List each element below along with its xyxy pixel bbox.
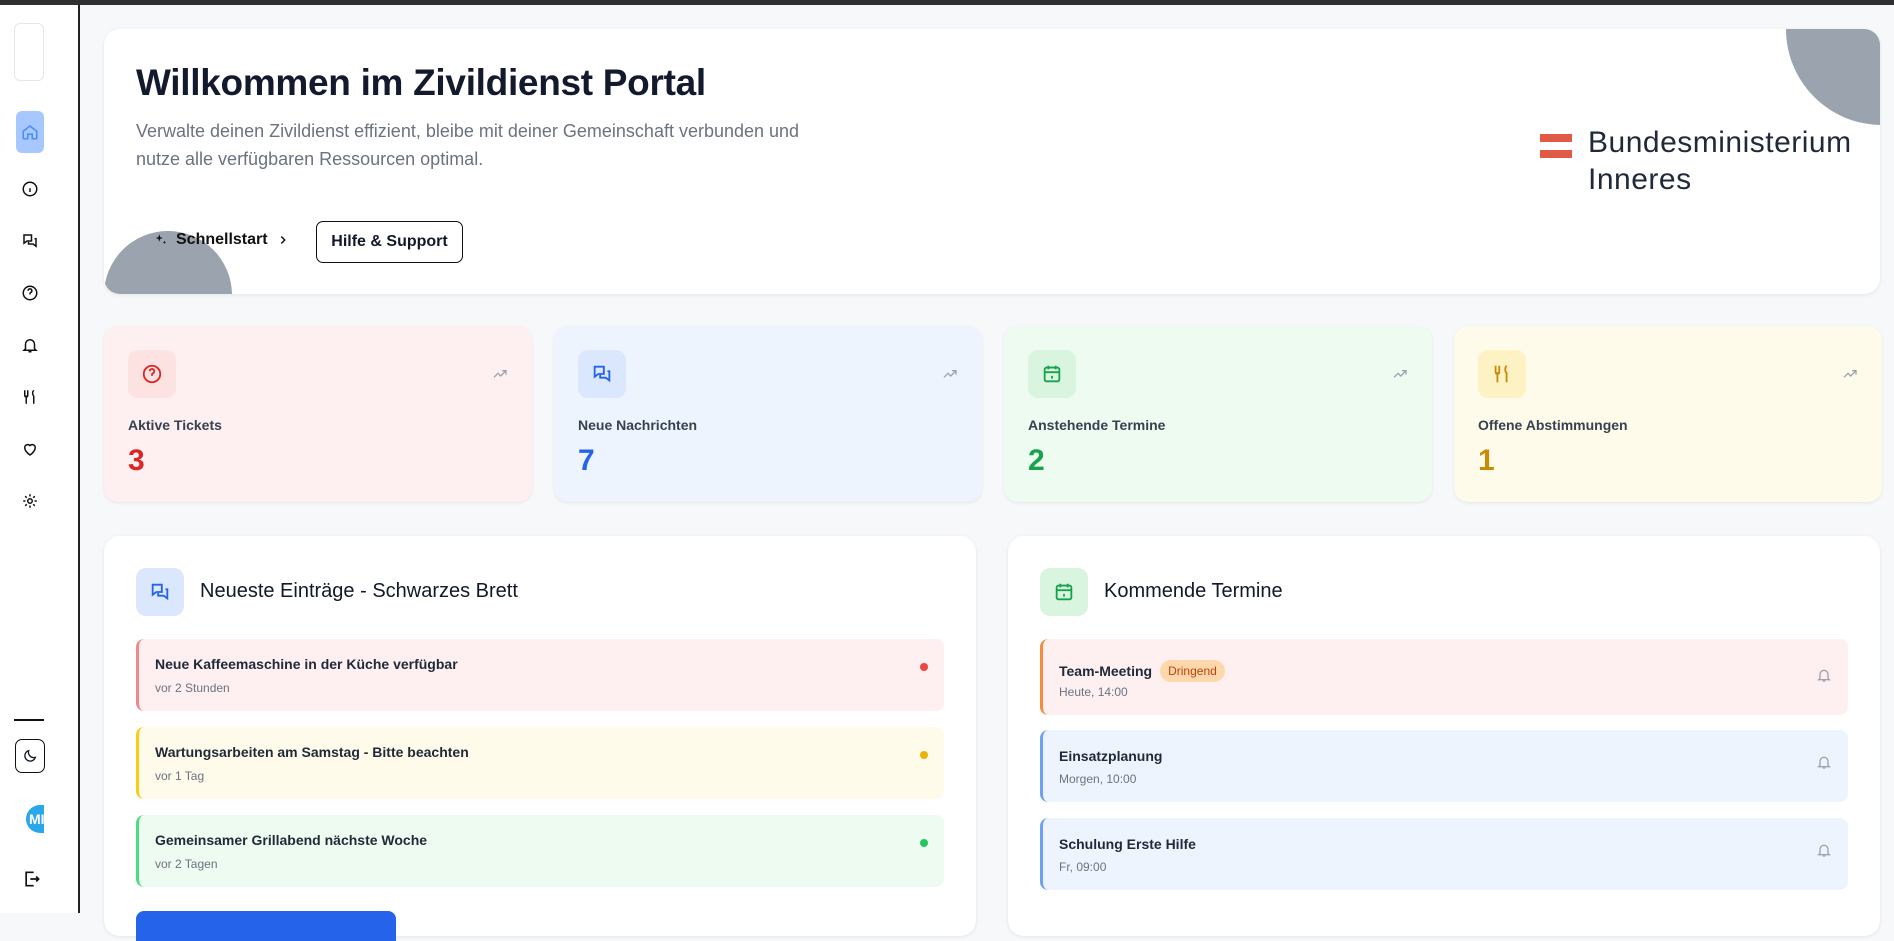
welcome-hero: Willkommen im Zivildienst Portal Verwalt…	[104, 29, 1880, 294]
gear-icon	[23, 494, 37, 508]
stat-icon-box	[128, 350, 176, 398]
decorative-circle	[1786, 29, 1880, 125]
entry-title: Gemeinsamer Grillabend nächste Woche	[155, 832, 428, 848]
messages-icon	[23, 234, 37, 248]
home-icon	[22, 125, 38, 140]
bell-icon	[22, 339, 38, 353]
page-title: Willkommen im Zivildienst Portal	[136, 62, 706, 103]
theme-toggle-button[interactable]	[15, 739, 45, 773]
sidebar-divider	[14, 719, 44, 721]
event-time: Morgen, 10:00	[1059, 772, 1137, 786]
heart-icon	[23, 443, 37, 456]
sidebar-logo[interactable]	[14, 23, 44, 81]
bell-icon[interactable]	[1816, 667, 1832, 683]
stat-value: 7	[578, 444, 595, 477]
calendar-icon	[1043, 365, 1061, 383]
event-time: Heute, 14:00	[1059, 685, 1128, 699]
quickstart-button[interactable]: Schnellstart	[154, 231, 290, 249]
stat-card-messages[interactable]: Neue Nachrichten 7	[554, 326, 982, 502]
event-item[interactable]: Team-Meeting Dringend Heute, 14:00	[1040, 639, 1848, 715]
panel-icon-box	[136, 568, 184, 616]
stat-value: 3	[128, 444, 145, 477]
bell-icon[interactable]	[1816, 842, 1832, 858]
sparkles-icon	[155, 234, 167, 245]
sidebar-item-food[interactable]	[16, 383, 44, 411]
sidebar-item-home[interactable]	[16, 111, 44, 153]
utensils-icon	[1494, 365, 1508, 383]
sidebar-item-favorites[interactable]	[16, 435, 44, 463]
sidebar-item-messages[interactable]	[16, 227, 44, 255]
entry-time: vor 2 Stunden	[155, 681, 230, 695]
panel-title: Neueste Einträge - Schwarzes Brett	[200, 580, 518, 602]
trending-up-icon	[493, 370, 507, 378]
list-item[interactable]: Neue Kaffeemaschine in der Küche verfügb…	[136, 639, 944, 711]
info-icon	[22, 181, 38, 197]
help-circle-icon	[142, 364, 162, 384]
status-dot	[920, 751, 928, 759]
panel-title: Kommende Termine	[1104, 580, 1283, 602]
moon-icon	[24, 749, 37, 762]
trending-up-icon	[1843, 370, 1857, 378]
help-icon	[22, 285, 38, 301]
calendar-icon	[1055, 583, 1073, 601]
status-badge: Dringend	[1160, 660, 1225, 682]
stat-card-appointments[interactable]: Anstehende Termine 2	[1004, 326, 1432, 502]
entry-title: Wartungsarbeiten am Samstag - Bitte beac…	[155, 744, 469, 760]
austria-flag-icon	[1540, 134, 1572, 158]
stat-icon-box	[578, 350, 626, 398]
ministry-logo: Bundesministerium Inneres	[1540, 124, 1852, 198]
list-item[interactable]: Wartungsarbeiten am Samstag - Bitte beac…	[136, 727, 944, 799]
avatar[interactable]: MI	[26, 805, 44, 833]
quickstart-label: Schnellstart	[176, 231, 268, 248]
stat-value: 1	[1478, 444, 1495, 477]
messages-icon	[593, 365, 611, 383]
panel-icon-box	[1040, 568, 1088, 616]
upcoming-events-panel: Kommende Termine Team-Meeting Dringend H…	[1008, 536, 1880, 936]
event-title: Team-Meeting	[1059, 663, 1153, 679]
sidebar-item-info[interactable]	[16, 175, 44, 203]
event-time: Fr, 09:00	[1059, 860, 1107, 874]
stat-icon-box	[1028, 350, 1076, 398]
list-item[interactable]: Gemeinsamer Grillabend nächste Woche vor…	[136, 815, 944, 887]
hero-description: Verwalte deinen Zivildienst effizient, b…	[136, 121, 800, 169]
stat-label: Aktive Tickets	[128, 417, 222, 433]
entry-time: vor 2 Tagen	[155, 857, 218, 871]
entry-time: vor 1 Tag	[155, 769, 205, 783]
stat-label: Offene Abstimmungen	[1478, 417, 1628, 433]
show-all-button[interactable]	[136, 911, 396, 941]
ministry-name-line2: Inneres	[1588, 163, 1692, 196]
entry-title: Neue Kaffeemaschine in der Küche verfügb…	[155, 656, 458, 672]
messages-icon	[151, 583, 169, 601]
event-item[interactable]: Schulung Erste Hilfe Fr, 09:00	[1040, 818, 1848, 890]
event-item[interactable]: Einsatzplanung Morgen, 10:00	[1040, 730, 1848, 802]
ministry-name-line1: Bundesministerium	[1588, 126, 1852, 159]
event-title: Schulung Erste Hilfe	[1059, 836, 1196, 852]
stat-icon-box	[1478, 350, 1526, 398]
chevron-right-icon	[280, 235, 286, 245]
help-support-button[interactable]: Hilfe & Support	[316, 221, 463, 263]
stat-card-votes[interactable]: Offene Abstimmungen 1	[1454, 326, 1882, 502]
stat-label: Anstehende Termine	[1028, 417, 1166, 433]
bell-icon[interactable]	[1816, 754, 1832, 770]
utensils-icon	[24, 389, 35, 404]
bulletin-board-panel: Neueste Einträge - Schwarzes Brett Neue …	[104, 536, 976, 941]
sidebar-item-settings[interactable]	[16, 487, 44, 515]
stat-label: Neue Nachrichten	[578, 417, 698, 433]
status-dot	[920, 663, 928, 671]
window-top-bar	[0, 0, 1894, 5]
stat-card-tickets[interactable]: Aktive Tickets 3	[104, 326, 532, 502]
status-dot	[920, 839, 928, 847]
stat-value: 2	[1028, 444, 1045, 477]
trending-up-icon	[943, 370, 957, 378]
sidebar-item-help[interactable]	[16, 279, 44, 307]
event-title: Einsatzplanung	[1059, 748, 1163, 764]
trending-up-icon	[1393, 370, 1407, 378]
logout-icon[interactable]	[22, 869, 42, 889]
sidebar: MI	[0, 5, 80, 913]
sidebar-item-notifications[interactable]	[16, 331, 44, 359]
